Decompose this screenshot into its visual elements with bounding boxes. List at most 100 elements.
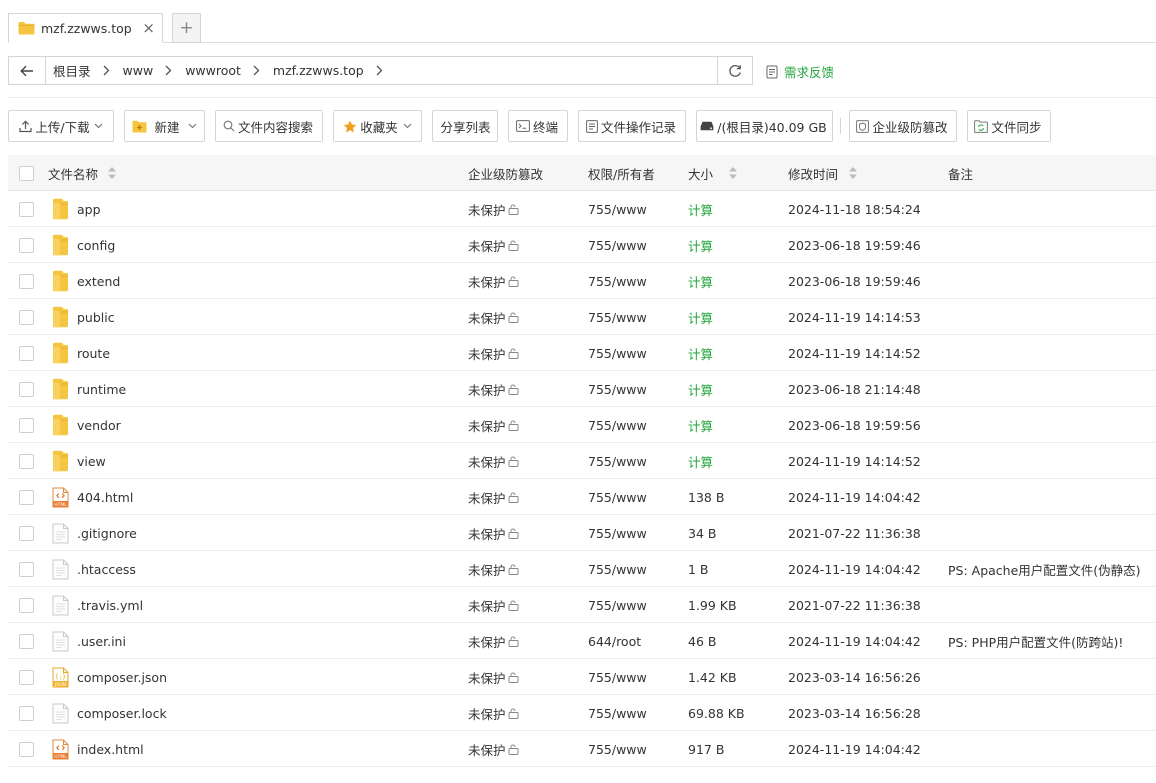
file-size[interactable]: 计算 [688, 263, 713, 299]
file-name[interactable]: vendor [77, 407, 121, 443]
file-size[interactable]: 计算 [688, 407, 713, 443]
file-name[interactable]: app [77, 191, 101, 227]
permission[interactable]: 755/www [588, 191, 647, 227]
file-sync-button[interactable]: 文件同步 [967, 110, 1051, 142]
protect-status[interactable]: 未保护 [468, 551, 519, 587]
file-name[interactable]: extend [77, 263, 120, 299]
file-size[interactable]: 计算 [688, 191, 713, 227]
protect-status[interactable]: 未保护 [468, 371, 519, 407]
feedback-link[interactable]: 需求反馈 [766, 62, 834, 81]
permission[interactable]: 755/www [588, 551, 647, 587]
protect-status[interactable]: 未保护 [468, 731, 519, 767]
row-checkbox[interactable] [19, 705, 34, 721]
sort-icon[interactable] [107, 166, 117, 180]
protect-status[interactable]: 未保护 [468, 587, 519, 623]
header-name[interactable]: 文件名称 [48, 155, 117, 191]
upload-download-button[interactable]: 上传/下载 [8, 110, 114, 142]
protect-status[interactable]: 未保护 [468, 515, 519, 551]
row-checkbox[interactable] [19, 741, 34, 757]
permission[interactable]: 644/root [588, 623, 641, 659]
row-checkbox[interactable] [19, 453, 34, 469]
row-checkbox[interactable] [19, 669, 34, 685]
table-row[interactable]: {;} JSON composer.json 未保护 755/www 1.42 KB 202… [8, 659, 1156, 695]
file-size[interactable]: 计算 [688, 299, 713, 335]
row-checkbox[interactable] [19, 237, 34, 253]
permission[interactable]: 755/www [588, 335, 647, 371]
table-row[interactable]: HTML index.html 未保护 755/www 917 B 2024-11-19 … [8, 731, 1156, 767]
header-size[interactable]: 大小 [688, 155, 738, 191]
protect-status[interactable]: 未保护 [468, 191, 519, 227]
file-name[interactable]: index.html [77, 731, 144, 767]
protect-status[interactable]: 未保护 [468, 299, 519, 335]
row-checkbox[interactable] [19, 597, 34, 613]
protect-status[interactable]: 未保护 [468, 623, 519, 659]
row-checkbox[interactable] [19, 489, 34, 505]
table-row[interactable]: config 未保护 755/www 计算 2023-06-18 19:59:46 [8, 227, 1156, 263]
protect-status[interactable]: 未保护 [468, 407, 519, 443]
permission[interactable]: 755/www [588, 479, 647, 515]
file-name[interactable]: composer.lock [77, 695, 167, 731]
breadcrumb-www[interactable]: www [123, 63, 154, 78]
chevron-right-icon[interactable] [376, 65, 383, 76]
permission[interactable]: 755/www [588, 227, 647, 263]
file-name[interactable]: route [77, 335, 110, 371]
table-row[interactable]: public 未保护 755/www 计算 2024-11-19 14:14:53 [8, 299, 1156, 335]
disk-button[interactable]: /(根目录)40.09 GB [696, 110, 833, 142]
back-button[interactable] [9, 57, 46, 84]
file-name[interactable]: 404.html [77, 479, 133, 515]
row-checkbox[interactable] [19, 525, 34, 541]
row-checkbox[interactable] [19, 345, 34, 361]
file-size[interactable]: 计算 [688, 227, 713, 263]
permission[interactable]: 755/www [588, 659, 647, 695]
file-size[interactable]: 计算 [688, 371, 713, 407]
share-list-button[interactable]: 分享列表 [432, 110, 498, 142]
permission[interactable]: 755/www [588, 443, 647, 479]
permission[interactable]: 755/www [588, 263, 647, 299]
file-name[interactable]: .travis.yml [77, 587, 143, 623]
file-name[interactable]: public [77, 299, 115, 335]
refresh-button[interactable] [717, 57, 752, 84]
table-row[interactable]: .gitignore 未保护 755/www 34 B 2021-07-22 11:36… [8, 515, 1156, 551]
file-name[interactable]: .user.ini [77, 623, 126, 659]
row-checkbox[interactable] [19, 201, 34, 217]
file-note[interactable]: PS: Apache用户配置文件(伪静态) [948, 551, 1141, 587]
table-row[interactable]: .htaccess 未保护 755/www 1 B 2024-11-19 14:04:4… [8, 551, 1156, 587]
row-checkbox[interactable] [19, 633, 34, 649]
table-row[interactable]: route 未保护 755/www 计算 2024-11-19 14:14:52 [8, 335, 1156, 371]
file-name[interactable]: .gitignore [77, 515, 137, 551]
permission[interactable]: 755/www [588, 407, 647, 443]
breadcrumb-root[interactable]: 根目录 [53, 61, 91, 80]
content-search-button[interactable]: 文件内容搜索 [215, 110, 323, 142]
plus-icon[interactable]: + [172, 13, 201, 43]
close-icon[interactable]: × [142, 20, 155, 36]
file-size[interactable]: 计算 [688, 335, 713, 371]
file-name[interactable]: .htaccess [77, 551, 136, 587]
select-all-checkbox[interactable] [19, 165, 34, 181]
breadcrumb-site[interactable]: mzf.zzwws.top [273, 63, 364, 78]
permission[interactable]: 755/www [588, 515, 647, 551]
operation-log-button[interactable]: 文件操作记录 [578, 110, 686, 142]
row-checkbox[interactable] [19, 561, 34, 577]
protect-status[interactable]: 未保护 [468, 659, 519, 695]
sort-icon[interactable] [848, 166, 858, 180]
row-checkbox[interactable] [19, 273, 34, 289]
table-row[interactable]: extend 未保护 755/www 计算 2023-06-18 19:59:46 [8, 263, 1156, 299]
file-name[interactable]: runtime [77, 371, 126, 407]
row-checkbox[interactable] [19, 309, 34, 325]
table-row[interactable]: app 未保护 755/www 计算 2024-11-18 18:54:24 [8, 191, 1156, 227]
file-size[interactable]: 计算 [688, 443, 713, 479]
file-name[interactable]: view [77, 443, 106, 479]
file-name[interactable]: composer.json [77, 659, 167, 695]
header-time[interactable]: 修改时间 [788, 155, 858, 191]
protect-status[interactable]: 未保护 [468, 479, 519, 515]
protect-status[interactable]: 未保护 [468, 443, 519, 479]
sort-icon[interactable] [728, 166, 738, 180]
table-row[interactable]: composer.lock 未保护 755/www 69.88 KB 2023-03-1… [8, 695, 1156, 731]
file-name[interactable]: config [77, 227, 115, 263]
table-row[interactable]: view 未保护 755/www 计算 2024-11-19 14:14:52 [8, 443, 1156, 479]
table-row[interactable]: .user.ini 未保护 644/root 46 B 2024-11-19 14:04… [8, 623, 1156, 659]
row-checkbox[interactable] [19, 417, 34, 433]
permission[interactable]: 755/www [588, 695, 647, 731]
tab-mzf-zzwws-top[interactable]: mzf.zzwws.top × [8, 13, 163, 43]
permission[interactable]: 755/www [588, 299, 647, 335]
